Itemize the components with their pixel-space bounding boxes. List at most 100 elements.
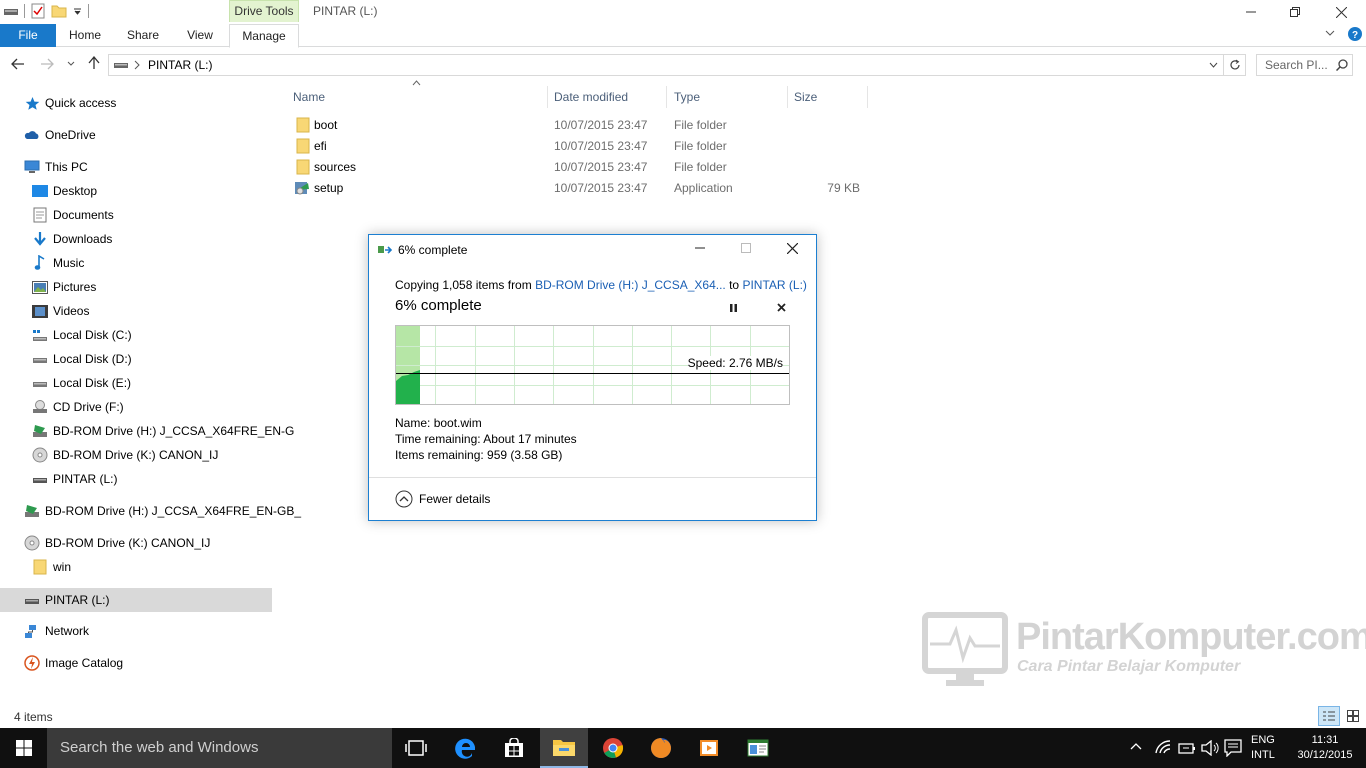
large-icons-view-button[interactable]	[1343, 706, 1363, 726]
taskbar-edge[interactable]	[442, 728, 490, 768]
wifi-icon[interactable]	[1155, 740, 1173, 756]
dialog-title: 6% complete	[398, 243, 468, 257]
column-type[interactable]: Type	[674, 84, 700, 110]
tab-share[interactable]: Share	[120, 24, 166, 47]
nav-downloads[interactable]: Downloads	[32, 228, 112, 250]
restore-button[interactable]	[1272, 0, 1318, 24]
details-view-button[interactable]	[1318, 706, 1340, 726]
taskbar: Search the web and Windows ENG INTL 11:3…	[0, 728, 1366, 768]
source-link[interactable]: BD-ROM Drive (H:) J_CCSA_X64...	[535, 278, 726, 292]
nav-bd-rom-h-root[interactable]: BD-ROM Drive (H:) J_CCSA_X64FRE_EN-GB_	[24, 500, 301, 522]
nav-cd-drive-f[interactable]: CD Drive (F:)	[32, 396, 124, 418]
file-row[interactable]: efi 10/07/2015 23:47 File folder	[290, 136, 870, 157]
column-divider[interactable]	[787, 86, 788, 108]
taskbar-file-explorer[interactable]	[540, 728, 588, 768]
taskbar-search[interactable]: Search the web and Windows	[47, 728, 392, 768]
nav-pintar-root[interactable]: PINTAR (L:)	[24, 589, 109, 611]
expand-ribbon-icon[interactable]	[1325, 29, 1335, 37]
up-icon[interactable]	[88, 56, 100, 70]
input-language-indicator[interactable]: ENG INTL	[1251, 733, 1275, 763]
taskbar-media-player[interactable]	[685, 728, 733, 768]
address-history-icon[interactable]	[1209, 62, 1218, 68]
column-name[interactable]: Name	[293, 84, 325, 110]
back-icon[interactable]	[11, 58, 25, 70]
taskbar-app[interactable]	[734, 728, 782, 768]
new-folder-icon[interactable]	[51, 4, 67, 18]
nav-bd-rom-k-root[interactable]: BD-ROM Drive (K:) CANON_IJ	[24, 532, 210, 554]
nav-pintar-sub[interactable]: PINTAR (L:)	[32, 468, 117, 490]
nav-pictures[interactable]: Pictures	[32, 276, 96, 298]
nav-onedrive[interactable]: OneDrive	[24, 124, 96, 146]
disc-icon	[32, 447, 48, 463]
refresh-button[interactable]	[1224, 54, 1246, 76]
desktop-icon	[32, 183, 48, 199]
taskbar-store[interactable]	[490, 728, 538, 768]
column-divider[interactable]	[547, 86, 548, 108]
nav-network[interactable]: Network	[24, 620, 89, 642]
edge-icon	[455, 737, 477, 759]
tab-view[interactable]: View	[178, 24, 222, 47]
nav-label: Music	[53, 256, 85, 270]
document-icon	[32, 207, 48, 223]
copy-details: Name: boot.wim Time remaining: About 17 …	[395, 415, 577, 463]
nav-music[interactable]: Music	[32, 252, 84, 274]
help-icon[interactable]: ?	[1348, 27, 1362, 41]
cancel-copy-button[interactable]	[777, 303, 786, 312]
pause-button[interactable]	[729, 303, 738, 313]
nav-local-disk-c[interactable]: Local Disk (C:)	[32, 324, 132, 346]
nav-local-disk-d[interactable]: Local Disk (D:)	[32, 348, 132, 370]
column-date-modified[interactable]: Date modified	[554, 84, 628, 110]
column-divider[interactable]	[867, 86, 868, 108]
fewer-details-button[interactable]: Fewer details	[395, 490, 490, 508]
taskbar-firefox[interactable]	[637, 728, 685, 768]
tab-manage[interactable]: Manage	[229, 24, 299, 48]
setup-disc-icon	[24, 503, 40, 519]
tab-file[interactable]: File	[0, 24, 56, 47]
column-size[interactable]: Size	[794, 84, 817, 110]
nav-desktop[interactable]: Desktop	[32, 180, 97, 202]
minimize-button[interactable]	[1228, 0, 1274, 24]
properties-icon[interactable]	[31, 3, 45, 19]
nav-bd-rom-h[interactable]: BD-ROM Drive (H:) J_CCSA_X64FRE_EN-G	[32, 420, 294, 442]
volume-icon[interactable]	[1201, 740, 1219, 756]
chevron-down-icon[interactable]	[73, 7, 82, 15]
nav-label: Pictures	[53, 280, 97, 294]
nav-quick-access[interactable]: Quick access	[24, 92, 116, 114]
start-button[interactable]	[0, 728, 47, 768]
nav-folder-win[interactable]: win	[32, 556, 71, 578]
column-headers: Name Date modified Type Size	[284, 84, 868, 110]
clock[interactable]: 11:31 30/12/2015	[1290, 733, 1360, 763]
nav-label: This PC	[45, 160, 88, 174]
column-divider[interactable]	[666, 86, 667, 108]
file-row[interactable]: boot 10/07/2015 23:47 File folder	[290, 115, 870, 136]
dialog-minimize-button[interactable]	[695, 243, 705, 253]
nav-documents[interactable]: Documents	[32, 204, 114, 226]
task-view-button[interactable]	[392, 728, 440, 768]
copy-to-word: to	[725, 278, 743, 292]
nav-bd-rom-k[interactable]: BD-ROM Drive (K:) CANON_IJ	[32, 444, 218, 466]
nav-this-pc[interactable]: This PC	[24, 156, 88, 178]
nav-videos[interactable]: Videos	[32, 300, 89, 322]
film-icon	[32, 303, 48, 319]
close-button[interactable]	[1318, 0, 1364, 24]
nav-image-catalog[interactable]: Image Catalog	[24, 652, 123, 674]
recent-locations-icon[interactable]	[67, 61, 75, 67]
file-row[interactable]: sources 10/07/2015 23:47 File folder	[290, 157, 870, 178]
search-input[interactable]: Search PI...	[1256, 54, 1353, 76]
nav-local-disk-e[interactable]: Local Disk (E:)	[32, 372, 131, 394]
action-center-icon[interactable]	[1224, 739, 1242, 757]
battery-icon[interactable]	[1178, 741, 1196, 755]
address-path[interactable]: PINTAR (L:)	[148, 58, 212, 72]
music-note-icon	[32, 255, 48, 271]
tab-home[interactable]: Home	[62, 24, 108, 47]
file-row[interactable]: setup 10/07/2015 23:47 Application 79 KB	[290, 178, 870, 199]
destination-link[interactable]: PINTAR (L:)	[742, 278, 806, 292]
show-hidden-icons-button[interactable]	[1130, 742, 1142, 750]
setup-app-icon	[294, 180, 310, 196]
dialog-close-button[interactable]	[787, 243, 798, 254]
taskbar-chrome[interactable]	[589, 728, 637, 768]
chevron-right-icon[interactable]	[134, 60, 140, 70]
status-bar: 4 items	[0, 706, 1366, 728]
address-bar[interactable]: PINTAR (L:)	[108, 54, 1224, 76]
forward-icon[interactable]	[40, 58, 54, 70]
